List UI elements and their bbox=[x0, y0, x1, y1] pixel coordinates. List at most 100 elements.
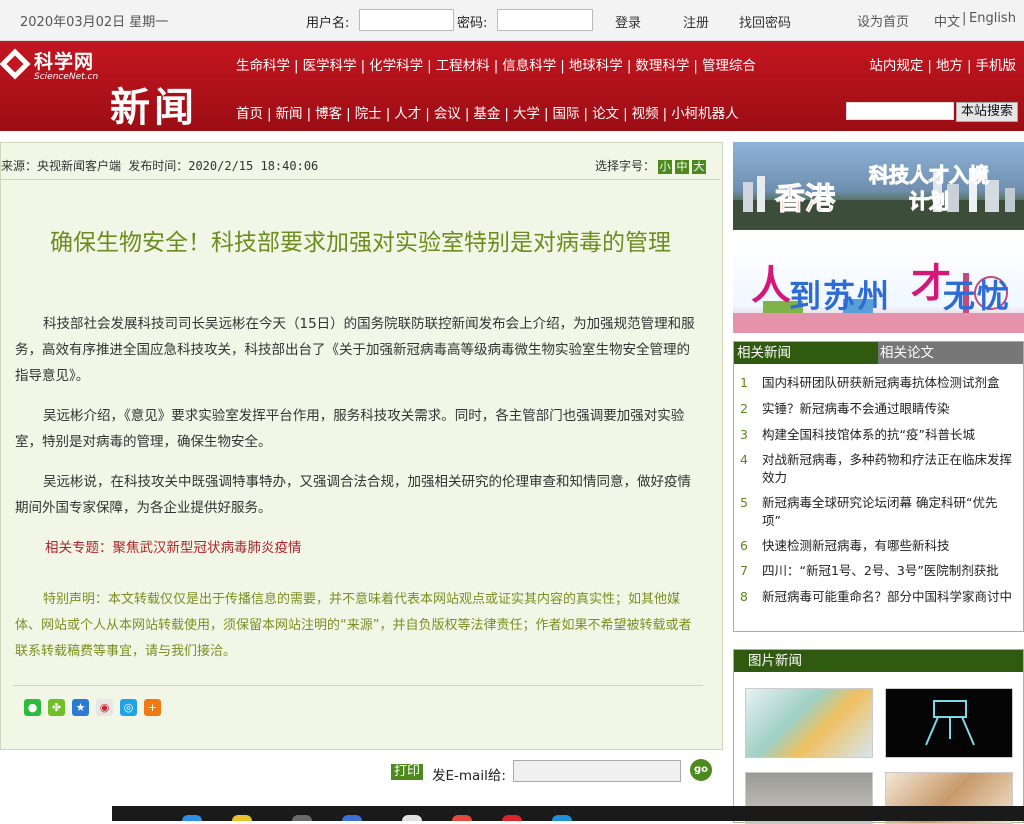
related-news-item[interactable]: 7 四川：“新冠1号、2号、3号”医院制剂获批 bbox=[740, 562, 1015, 580]
related-news-title[interactable]: 对战新冠病毒，多种药物和疗法正在临床发挥效力 bbox=[740, 451, 1015, 487]
tencent-share-icon[interactable]: ◎ bbox=[120, 699, 137, 716]
nav-separator: | bbox=[504, 106, 509, 122]
related-news-number: 4 bbox=[740, 452, 748, 467]
related-news-item[interactable]: 3 构建全国科技馆体系的抗“疫”科普长城 bbox=[740, 426, 1015, 444]
related-news-item[interactable]: 8 新冠病毒可能重命名？部分中国科学家商讨中 bbox=[740, 588, 1015, 606]
nav-papers[interactable]: 论文 bbox=[592, 106, 619, 122]
related-news-title[interactable]: 新冠病毒可能重命名？部分中国科学家商讨中 bbox=[740, 588, 1015, 606]
taskbar-app-icon[interactable] bbox=[502, 815, 522, 821]
nav-blog[interactable]: 博客 bbox=[315, 106, 342, 122]
nav-academicians[interactable]: 院士 bbox=[355, 106, 382, 122]
go-button[interactable]: go bbox=[690, 759, 712, 781]
nav-fund[interactable]: 基金 bbox=[473, 106, 500, 122]
photo-robot-thumbnail[interactable] bbox=[885, 688, 1013, 758]
set-homepage-link[interactable]: 设为首页 bbox=[857, 11, 909, 30]
print-button[interactable]: 打印 bbox=[391, 764, 424, 780]
article-paragraph: 科技部社会发展科技司司长吴远彬在今天（15日）的国务院联防联控新闻发布会上介绍，… bbox=[15, 316, 695, 384]
related-news-number: 3 bbox=[740, 427, 748, 442]
nav-site-rules[interactable]: 站内规定 bbox=[869, 58, 923, 74]
nav-xiaoke-robot[interactable]: 小柯机器人 bbox=[671, 106, 739, 122]
taskbar-app-icon[interactable] bbox=[552, 815, 572, 821]
password-input[interactable] bbox=[497, 9, 593, 31]
nav-video[interactable]: 视频 bbox=[632, 106, 659, 122]
font-size-large-button[interactable]: 大 bbox=[692, 160, 706, 174]
related-news-number: 2 bbox=[740, 401, 748, 416]
tab-related-papers[interactable]: 相关论文 bbox=[878, 342, 1023, 364]
top-bar: 2020年03月02日 星期一 用户名: 密码: 登录 注册 找回密码 设为首页… bbox=[0, 0, 1024, 41]
nav-university[interactable]: 大学 bbox=[513, 106, 540, 122]
related-news-number: 6 bbox=[740, 538, 748, 553]
nav-chemistry[interactable]: 化学科学 bbox=[369, 58, 423, 74]
recover-password-link[interactable]: 找回密码 bbox=[739, 12, 791, 31]
qzone-share-icon[interactable]: ✤ bbox=[48, 699, 65, 716]
nav-local[interactable]: 地方 bbox=[936, 58, 963, 74]
nav-separator: | bbox=[560, 58, 565, 74]
banner-hk-subtitle: 科技人才入境计划 bbox=[869, 163, 990, 214]
taskbar-app-icon[interactable] bbox=[452, 815, 472, 821]
nav-conference[interactable]: 会议 bbox=[434, 106, 461, 122]
nav-management[interactable]: 管理综合 bbox=[702, 58, 756, 74]
related-news-title[interactable]: 快速检测新冠病毒，有哪些新科技 bbox=[740, 537, 1015, 555]
related-topic-link[interactable]: 相关专题：聚焦武汉新型冠状病毒肺炎疫情 bbox=[45, 536, 302, 556]
banner-sz-char-a: 人 bbox=[751, 263, 791, 309]
nav-talent[interactable]: 人才 bbox=[394, 106, 421, 122]
nav-separator: | bbox=[464, 106, 470, 122]
nav-separator: | bbox=[543, 106, 549, 122]
related-news-title[interactable]: 新冠病毒全球研究论坛闭幕 确定科研“优先项” bbox=[740, 494, 1015, 530]
font-size-medium-button[interactable]: 中 bbox=[675, 160, 689, 174]
font-size-small-button[interactable]: 小 bbox=[658, 160, 672, 174]
username-input[interactable] bbox=[359, 9, 454, 31]
suzhou-talent-banner[interactable]: 人 到苏州 才 无忧 bbox=[733, 243, 1024, 333]
lang-en-link[interactable]: English bbox=[969, 11, 1016, 26]
qq-share-icon[interactable]: ★ bbox=[72, 699, 89, 716]
copyright-notice: 特别声明：本文转载仅仅是出于传播信息的需要，并不意味着代表本网站观点或证实其内容… bbox=[15, 592, 692, 659]
nav-separator: | bbox=[306, 106, 312, 122]
nav-news[interactable]: 新闻 bbox=[276, 106, 303, 122]
related-news-title[interactable]: 构建全国科技馆体系的抗“疫”科普长城 bbox=[740, 426, 1015, 444]
lang-cn-link[interactable]: 中文 bbox=[934, 11, 960, 30]
site-search-button[interactable]: 本站搜索 bbox=[956, 102, 1019, 122]
lang-separator: | bbox=[962, 11, 967, 26]
related-news-item[interactable]: 6 快速检测新冠病毒，有哪些新科技 bbox=[740, 537, 1015, 555]
nav-international[interactable]: 国际 bbox=[553, 106, 580, 122]
nav-engineering[interactable]: 工程材料 bbox=[436, 58, 490, 74]
share-divider bbox=[13, 685, 703, 686]
nav-mobile[interactable]: 手机版 bbox=[976, 58, 1017, 74]
wechat-share-icon[interactable]: ● bbox=[24, 699, 41, 716]
meta-divider bbox=[1, 179, 720, 180]
taskbar-app-icon[interactable] bbox=[232, 815, 252, 821]
related-news-item[interactable]: 1 国内科研团队研获新冠病毒抗体检测试剂盒 bbox=[740, 374, 1015, 392]
hongkong-talent-banner[interactable]: 香港 科技人才入境计划 bbox=[733, 142, 1024, 230]
nav-medical-science[interactable]: 医学科学 bbox=[303, 58, 357, 74]
taskbar-app-icon[interactable] bbox=[342, 815, 362, 821]
sciencenet-logo[interactable]: 科学网 ScienceNet.cn bbox=[0, 45, 108, 89]
login-link[interactable]: 登录 bbox=[615, 12, 641, 31]
nav-earth-science[interactable]: 地球科学 bbox=[569, 58, 623, 74]
nav-information[interactable]: 信息科学 bbox=[502, 58, 556, 74]
related-news-title[interactable]: 实锤？新冠病毒不会通过眼睛传染 bbox=[740, 400, 1015, 418]
tab-related-news[interactable]: 相关新闻 bbox=[734, 342, 878, 364]
nav-home[interactable]: 首页 bbox=[236, 106, 263, 122]
email-input[interactable] bbox=[513, 760, 681, 782]
nav-separator: | bbox=[927, 58, 932, 74]
site-search-input[interactable] bbox=[846, 102, 954, 120]
taskbar-app-icon[interactable] bbox=[292, 815, 312, 821]
more-share-icon[interactable]: + bbox=[144, 699, 161, 716]
related-news-title[interactable]: 四川：“新冠1号、2号、3号”医院制剂获批 bbox=[740, 562, 1015, 580]
font-size-selector: 选择字号：小中大 bbox=[595, 157, 706, 174]
taskbar-app-icon[interactable] bbox=[182, 815, 202, 821]
taskbar-app-icon[interactable] bbox=[402, 815, 422, 821]
nav-separator: | bbox=[267, 106, 272, 122]
nav-life-science[interactable]: 生命科学 bbox=[236, 58, 290, 74]
related-news-item[interactable]: 4 对战新冠病毒，多种药物和疗法正在临床发挥效力 bbox=[740, 451, 1015, 487]
related-news-item[interactable]: 5 新冠病毒全球研究论坛闭幕 确定科研“优先项” bbox=[740, 494, 1015, 530]
font-size-label: 选择字号： bbox=[594, 159, 655, 173]
nav-math-physics[interactable]: 数理科学 bbox=[635, 58, 689, 74]
nav-separator: | bbox=[693, 58, 698, 74]
photo-map-thumbnail[interactable] bbox=[745, 688, 873, 758]
photo-news-heading: 图片新闻 bbox=[734, 650, 1023, 672]
related-news-item[interactable]: 2 实锤？新冠病毒不会通过眼睛传染 bbox=[740, 400, 1015, 418]
related-news-title[interactable]: 国内科研团队研获新冠病毒抗体检测试剂盒 bbox=[740, 374, 1015, 392]
weibo-share-icon[interactable]: ◉ bbox=[96, 699, 113, 716]
register-link[interactable]: 注册 bbox=[683, 12, 709, 31]
